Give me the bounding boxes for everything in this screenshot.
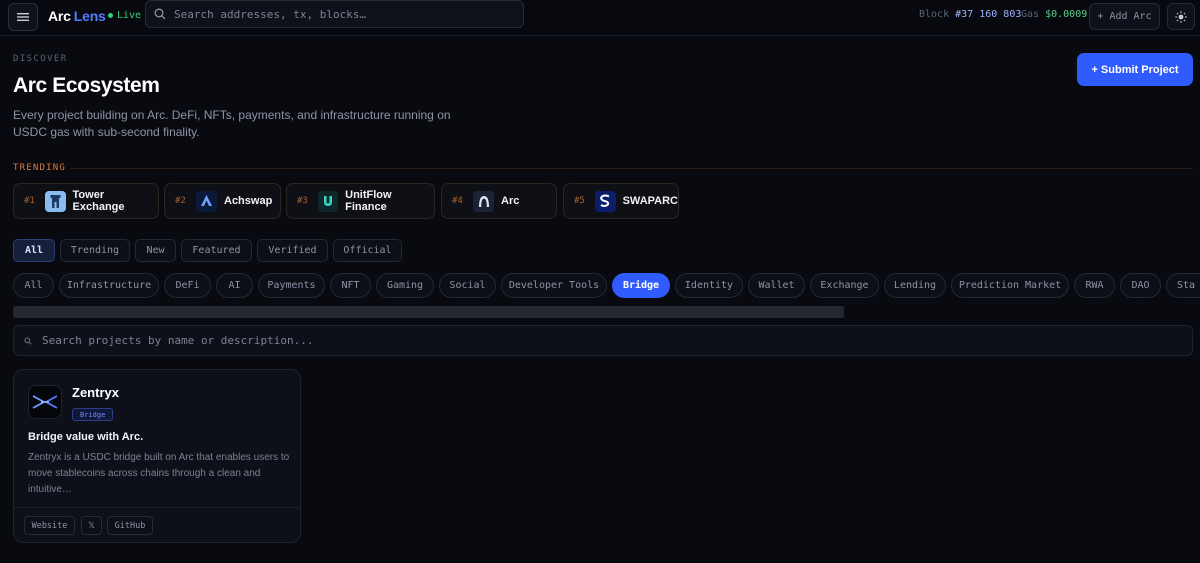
- trending-item-unitflow-finance[interactable]: #3 UnitFlow Finance: [286, 183, 435, 219]
- category-scrollbar[interactable]: [13, 306, 844, 318]
- category-developer-tools[interactable]: Developer Tools: [501, 273, 607, 298]
- category-identity[interactable]: Identity: [675, 273, 743, 298]
- search-icon: [24, 336, 32, 345]
- block-label: Block: [919, 9, 950, 20]
- x-link[interactable]: 𝕏: [81, 516, 102, 535]
- project-search-placeholder: Search projects by name or description..…: [42, 334, 314, 347]
- page-title: Arc Ecosystem: [13, 74, 160, 97]
- filter-tab-verified[interactable]: Verified: [257, 239, 328, 262]
- add-arc-button[interactable]: + Add Arc: [1089, 3, 1160, 30]
- category-wallet[interactable]: Wallet: [748, 273, 805, 298]
- category-lending[interactable]: Lending: [884, 273, 946, 298]
- project-card[interactable]: Zentryx Bridge Bridge value with Arc. Ze…: [13, 369, 301, 543]
- trending-rank: #1: [24, 196, 35, 206]
- filter-tab-official[interactable]: Official: [333, 239, 402, 262]
- live-dot-icon: [108, 13, 113, 18]
- category-dao[interactable]: DAO: [1120, 273, 1161, 298]
- filter-tab-new[interactable]: New: [135, 239, 176, 262]
- category-nft[interactable]: NFT: [330, 273, 371, 298]
- achswap-logo-icon: [196, 190, 217, 212]
- brand-logo[interactable]: Arc Lens: [48, 8, 106, 24]
- page-eyebrow: DISCOVER: [13, 54, 68, 64]
- trending-rank: #3: [297, 196, 308, 206]
- global-search-placeholder: Search addresses, tx, blocks…: [174, 7, 367, 21]
- github-link[interactable]: GitHub: [107, 516, 153, 535]
- trending-name: Achswap: [224, 195, 273, 207]
- category-gaming[interactable]: Gaming: [376, 273, 434, 298]
- page-description: Every project building on Arc. DeFi, NFT…: [13, 108, 451, 139]
- gas-value: $0.0009: [1045, 9, 1088, 20]
- website-link[interactable]: Website: [24, 516, 75, 535]
- global-search-input[interactable]: Search addresses, tx, blocks…: [145, 0, 524, 28]
- zentryx-logo-icon: [28, 385, 62, 419]
- trending-rank: #4: [452, 196, 463, 206]
- live-label: Live: [117, 10, 142, 21]
- project-search-input[interactable]: Search projects by name or description..…: [13, 325, 1193, 356]
- category-prediction-market[interactable]: Prediction Market: [951, 273, 1069, 298]
- gas-price-stat: Gas $0.0009: [1021, 9, 1087, 20]
- tower-icon: [44, 190, 66, 212]
- category-infrastructure[interactable]: Infrastructure: [59, 273, 159, 298]
- trending-item-swaparc[interactable]: #5 SWAPARC: [563, 183, 679, 219]
- trending-divider: [70, 168, 1193, 169]
- project-tagline: Bridge value with Arc.: [28, 431, 144, 443]
- trending-item-tower-exchange[interactable]: #1 Tower Exchange: [13, 183, 159, 219]
- filter-tab-trending[interactable]: Trending: [60, 239, 130, 262]
- category-defi[interactable]: DeFi: [164, 273, 211, 298]
- unitflow-logo-icon: [317, 190, 339, 212]
- category-ai[interactable]: AI: [216, 273, 253, 298]
- category-all[interactable]: All: [13, 273, 54, 298]
- brand-name-part1: Arc: [48, 8, 71, 24]
- arc-logo-icon: [473, 190, 494, 212]
- filter-tab-featured[interactable]: Featured: [181, 239, 252, 262]
- trending-item-arc[interactable]: #4 Arc: [441, 183, 557, 219]
- block-value: #37 160 803: [955, 9, 1022, 20]
- theme-toggle-button[interactable]: [1167, 3, 1195, 30]
- top-bar: Arc Lens Live Search addresses, tx, block…: [0, 0, 1200, 36]
- project-name: Zentryx: [72, 385, 119, 400]
- project-description: Zentryx is a USDC bridge built on Arc th…: [28, 452, 290, 495]
- hamburger-icon: [17, 13, 29, 21]
- category-partial[interactable]: Sta: [1166, 273, 1200, 298]
- swaparc-logo-icon: [594, 190, 616, 212]
- live-indicator: Live: [108, 10, 141, 21]
- brand-name-part2: Lens: [73, 8, 106, 24]
- gas-label: Gas: [1021, 9, 1040, 20]
- menu-button[interactable]: [8, 3, 38, 31]
- category-rwa[interactable]: RWA: [1074, 273, 1115, 298]
- trending-rank: #5: [574, 196, 585, 206]
- category-payments[interactable]: Payments: [258, 273, 325, 298]
- trending-label: TRENDING: [13, 163, 66, 173]
- filter-tab-all[interactable]: All: [13, 239, 55, 262]
- trending-name: SWAPARC: [622, 195, 678, 207]
- category-exchange[interactable]: Exchange: [810, 273, 879, 298]
- card-divider: [14, 507, 300, 508]
- search-icon: [154, 8, 166, 20]
- trending-name: Arc: [501, 195, 520, 207]
- project-category-badge: Bridge: [72, 408, 114, 421]
- category-social[interactable]: Social: [439, 273, 496, 298]
- submit-project-button[interactable]: + Submit Project: [1077, 53, 1193, 86]
- trending-name: Tower Exchange: [72, 189, 125, 213]
- category-bridge[interactable]: Bridge: [612, 273, 670, 298]
- trending-name: UnitFlow Finance: [345, 189, 392, 213]
- block-height-stat: Block #37 160 803: [919, 9, 1021, 20]
- trending-rank: #2: [175, 196, 186, 206]
- sun-icon: [1175, 10, 1187, 23]
- trending-item-achswap[interactable]: #2 Achswap: [164, 183, 281, 219]
